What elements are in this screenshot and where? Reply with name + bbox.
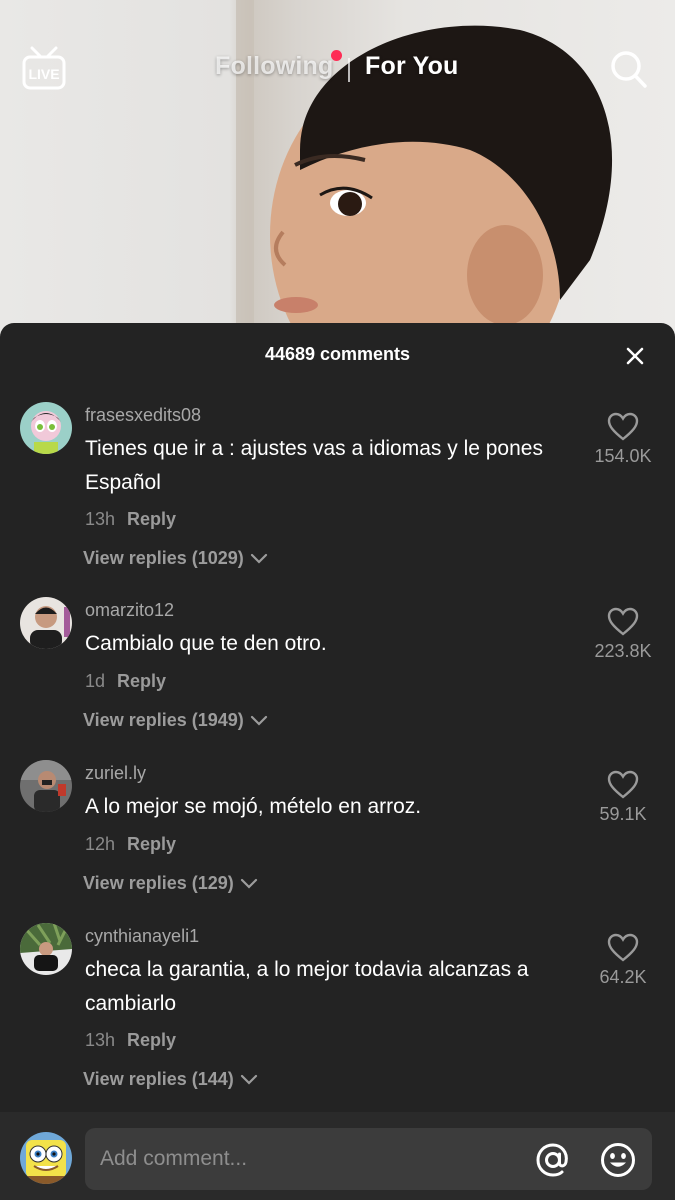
comment-time: 12h (85, 834, 116, 854)
like-count: 154.0K (594, 446, 652, 466)
search-button[interactable] (609, 48, 649, 92)
mention-button[interactable] (535, 1142, 571, 1178)
at-mention-icon (536, 1143, 568, 1177)
tab-for-you[interactable]: For You (365, 52, 459, 81)
live-label: LIVE (28, 66, 59, 82)
reply-button[interactable]: Reply (127, 509, 176, 529)
heart-icon (607, 933, 639, 962)
emoji-button[interactable] (600, 1142, 636, 1178)
live-tv-icon: LIVE (22, 46, 66, 90)
comment-username[interactable]: frasesxedits08 (85, 405, 201, 426)
comment-username[interactable]: omarzito12 (85, 600, 174, 621)
view-replies-label: View replies (1029) (83, 548, 244, 568)
comment-username[interactable]: cynthianayeli1 (85, 926, 199, 947)
heart-icon (607, 412, 639, 441)
comment-meta: 12h Reply (85, 834, 176, 855)
comment-item: zuriel.ly A lo mejor se mojó, mételo en … (0, 760, 675, 910)
view-replies-button[interactable]: View replies (1029) (83, 548, 268, 569)
emoji-smiley-icon (601, 1143, 635, 1177)
comment-item: frasesxedits08 Tienes que ir a : ajustes… (0, 402, 675, 587)
comment-text: checa la garantia, a lo mejor todavia al… (85, 958, 529, 1015)
current-user-avatar (20, 1132, 72, 1184)
search-icon (611, 51, 647, 88)
close-comments-button[interactable] (622, 343, 648, 369)
comment-meta: 13h Reply (85, 1030, 176, 1051)
chevron-down-icon (250, 554, 267, 564)
comment-text: Cambialo que te den otro. (85, 632, 327, 655)
reply-button[interactable]: Reply (127, 1030, 176, 1050)
avatar[interactable] (20, 923, 72, 975)
comment-username[interactable]: zuriel.ly (85, 763, 146, 784)
comment-time: 13h (85, 1030, 116, 1050)
tab-following[interactable]: Following (215, 52, 333, 81)
avatar[interactable] (20, 760, 72, 812)
view-replies-button[interactable]: View replies (1949) (83, 710, 268, 731)
chevron-down-icon (250, 716, 267, 726)
live-button[interactable]: LIVE (20, 46, 68, 92)
tab-divider (348, 58, 350, 82)
notification-dot (331, 50, 342, 61)
reply-button[interactable]: Reply (117, 671, 166, 691)
comment-item: omarzito12 Cambialo que te den otro. 1d R… (0, 597, 675, 747)
comments-sheet: 44689 comments frasesxedits08 Tienes que… (0, 323, 675, 1200)
comment-text: A lo mejor se mojó, mételo en arroz. (85, 795, 422, 818)
heart-icon (607, 770, 639, 799)
video-player[interactable]: LIVE Following For You (0, 0, 675, 340)
top-navigation: LIVE Following For You (0, 0, 675, 140)
add-comment-placeholder: Add comment... (100, 1147, 248, 1170)
like-button[interactable]: 59.1K (583, 770, 663, 825)
view-replies-button[interactable]: View replies (129) (83, 873, 258, 894)
view-replies-label: View replies (1949) (83, 710, 244, 730)
view-replies-label: View replies (144) (83, 1069, 234, 1089)
avatar[interactable] (20, 402, 72, 454)
view-replies-label: View replies (129) (83, 873, 234, 893)
view-replies-button[interactable]: View replies (144) (83, 1069, 258, 1090)
close-icon (626, 347, 644, 365)
comment-input-bar: Add comment... (0, 1112, 675, 1200)
comment-time: 1d (85, 671, 106, 691)
like-count: 59.1K (599, 804, 647, 824)
comment-meta: 1d Reply (85, 671, 166, 692)
like-count: 64.2K (599, 967, 647, 987)
like-button[interactable]: 154.0K (583, 412, 663, 467)
comment-meta: 13h Reply (85, 509, 176, 530)
comment-text: Tienes que ir a : ajustes vas a idiomas … (85, 437, 543, 494)
like-button[interactable]: 64.2K (583, 933, 663, 988)
like-count: 223.8K (594, 641, 652, 661)
comments-count: 44689 comments (264, 344, 411, 364)
add-comment-input[interactable]: Add comment... (85, 1128, 652, 1190)
heart-icon (607, 607, 639, 636)
chevron-down-icon (240, 1075, 257, 1085)
like-button[interactable]: 223.8K (583, 607, 663, 662)
reply-button[interactable]: Reply (127, 834, 176, 854)
avatar[interactable] (20, 597, 72, 649)
comment-time: 13h (85, 509, 116, 529)
comment-item: cynthianayeli1 checa la garantia, a lo m… (0, 923, 675, 1108)
chevron-down-icon (240, 879, 257, 889)
